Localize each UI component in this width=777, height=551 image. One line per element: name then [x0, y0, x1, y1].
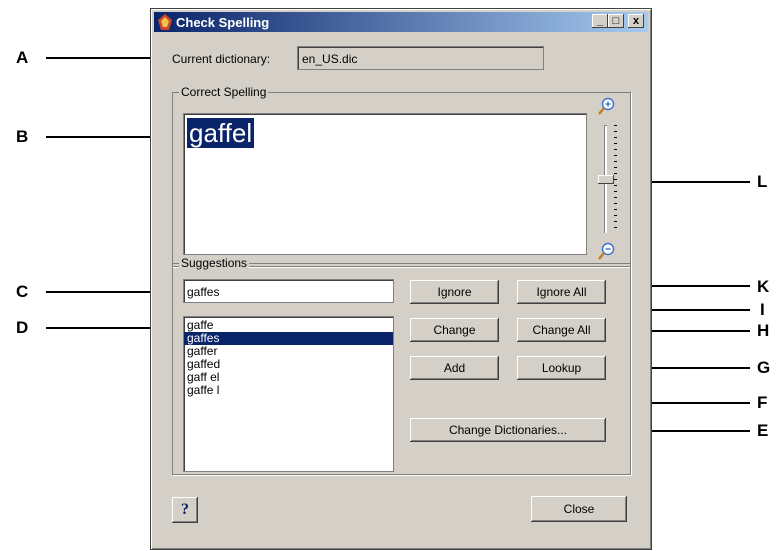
- ignore-button[interactable]: Ignore: [410, 280, 499, 304]
- zoom-out-icon[interactable]: [598, 242, 616, 260]
- close-button[interactable]: Close: [531, 496, 627, 522]
- correct-spelling-editor[interactable]: gaffel: [183, 113, 587, 255]
- misspelled-word: gaffel: [187, 118, 255, 148]
- ignore-button-label: Ignore: [437, 285, 472, 299]
- suggestion-input[interactable]: gaffes: [183, 279, 394, 303]
- add-button-label: Add: [443, 361, 466, 375]
- maximize-button[interactable]: □: [608, 14, 624, 28]
- zoom-in-icon[interactable]: [598, 97, 616, 115]
- change-dictionaries-button-label: Change Dictionaries...: [448, 423, 568, 437]
- callout-f: F: [757, 393, 768, 412]
- zoom-slider[interactable]: [598, 125, 622, 235]
- callout-c: C: [16, 282, 29, 301]
- change-button[interactable]: Change: [410, 318, 499, 342]
- help-icon: ?: [181, 501, 189, 518]
- suggestions-list[interactable]: gaffe gaffes gaffer gaffed gaff el gaffe…: [183, 316, 394, 472]
- callout-line-b: [46, 136, 156, 138]
- callout-line-a: [46, 57, 156, 59]
- callout-a: A: [16, 48, 29, 67]
- check-spelling-dialog: Check Spelling _ □ x Current dictionary:…: [150, 8, 652, 550]
- lookup-button[interactable]: Lookup: [517, 356, 606, 380]
- current-dictionary-field: en_US.dic: [297, 46, 544, 70]
- callout-h: H: [757, 321, 770, 340]
- help-button[interactable]: ?: [172, 497, 198, 523]
- window-title: Check Spelling: [176, 15, 270, 30]
- suggestions-label: Suggestions: [179, 256, 250, 270]
- change-dictionaries-button[interactable]: Change Dictionaries...: [410, 418, 606, 442]
- close-button-label: Close: [563, 502, 595, 516]
- zoom-slider-thumb[interactable]: [598, 175, 614, 184]
- zoom-slider-ticks: [614, 125, 617, 233]
- minimize-button[interactable]: _: [592, 14, 608, 28]
- callout-b: B: [16, 127, 29, 146]
- callout-i: I: [760, 300, 765, 319]
- callout-l: L: [757, 172, 768, 191]
- suggestion-input-value: gaffes: [187, 285, 220, 299]
- ignore-all-button[interactable]: Ignore All: [517, 280, 606, 304]
- current-dictionary-label: Current dictionary:: [172, 52, 271, 66]
- add-button[interactable]: Add: [410, 356, 499, 380]
- callout-k: K: [757, 277, 770, 296]
- ignore-all-button-label: Ignore All: [536, 285, 587, 299]
- current-dictionary-value: en_US.dic: [302, 52, 358, 66]
- change-all-button-label: Change All: [532, 323, 591, 337]
- callout-d: D: [16, 318, 29, 337]
- list-item[interactable]: gaffe l: [184, 384, 393, 397]
- callout-e: E: [757, 421, 769, 440]
- title-bar[interactable]: Check Spelling _ □ x: [154, 12, 648, 32]
- spelling-app-icon: [158, 14, 172, 30]
- lookup-button-label: Lookup: [541, 361, 582, 375]
- change-all-button[interactable]: Change All: [517, 318, 606, 342]
- correct-spelling-label: Correct Spelling: [179, 85, 269, 99]
- change-button-label: Change: [433, 323, 476, 337]
- callout-g: G: [757, 358, 771, 377]
- close-window-button[interactable]: x: [628, 14, 644, 28]
